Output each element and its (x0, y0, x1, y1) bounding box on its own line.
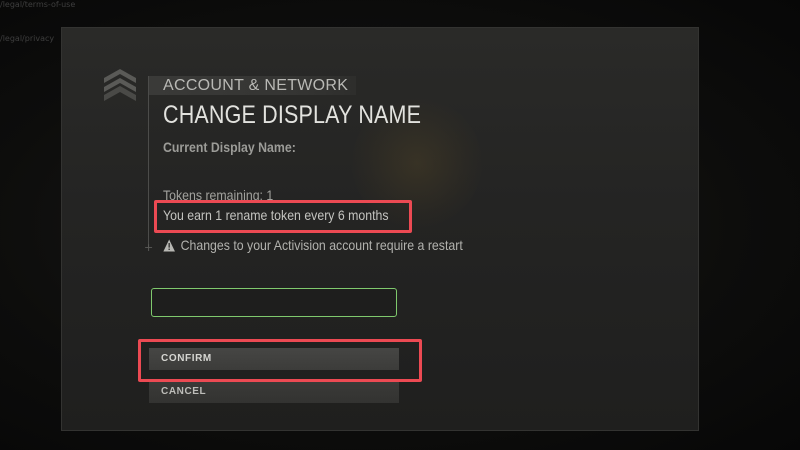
corner-plus-mark: + (144, 241, 154, 254)
page-title: CHANGE DISPLAY NAME (163, 101, 422, 129)
section-divider-line (148, 76, 149, 248)
rename-info-highlight-box (154, 200, 412, 233)
display-name-input[interactable] (151, 288, 397, 317)
warning-triangle-icon (163, 239, 175, 251)
cancel-button[interactable]: CANCEL (149, 381, 399, 403)
background-url-text: /legal/terms-of-use (0, 0, 76, 9)
background-side-text: /legal/privacy (0, 34, 55, 43)
current-display-name-label: Current Display Name: (163, 139, 296, 155)
restart-warning: Changes to your Activision account requi… (163, 237, 463, 253)
restart-warning-text: Changes to your Activision account requi… (180, 237, 463, 253)
breadcrumb: ACCOUNT & NETWORK (149, 76, 357, 95)
game-screen: /legal/terms-of-use /legal/privacy + ACC… (0, 0, 800, 450)
chevron-stack-logo-icon (104, 69, 136, 101)
change-display-name-dialog: + ACCOUNT & NETWORK CHANGE DISPLAY NAME … (61, 27, 699, 431)
confirm-highlight-box (138, 339, 422, 382)
